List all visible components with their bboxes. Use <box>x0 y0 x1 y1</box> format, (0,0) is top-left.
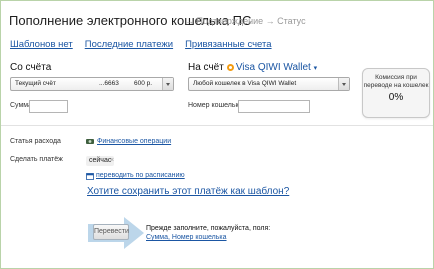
calendar-icon <box>86 173 94 180</box>
save-template-link[interactable]: Хотите сохранить этот платёж как шаблон? <box>87 186 289 197</box>
caret-down-icon[interactable]: ▾ <box>314 65 318 72</box>
category-label: Статья расхода <box>10 138 61 145</box>
divider <box>1 125 433 126</box>
tab-recent-payments[interactable]: Последние платежи <box>85 39 173 50</box>
wallet-number-input[interactable] <box>238 100 310 113</box>
from-heading: Со счёта <box>10 62 52 73</box>
tab-linked-accounts[interactable]: Привязанные счета <box>185 39 271 50</box>
fill-hint: Прежде заполните, пожалуйста, поля: <box>146 225 271 232</box>
wallet-number-label: Номер кошелька <box>188 102 243 109</box>
chevron-down-icon[interactable] <box>338 78 349 90</box>
schedule-link[interactable]: переводить по расписанию <box>96 172 185 179</box>
category-link[interactable]: Финансовые операции <box>97 138 171 145</box>
page-frame: Пополнение электронного кошелька ПС → По… <box>0 0 434 269</box>
source-account-select[interactable]: Текущий счёт ...6663 600 р. <box>10 77 174 91</box>
commission-box: Комиссия при переводе на кошелек 0% <box>362 68 430 118</box>
source-account-balance: 600 р. <box>134 80 153 87</box>
make-payment-label: Сделать платёж <box>10 156 63 163</box>
chevron-down-icon[interactable] <box>162 78 173 90</box>
required-fields-link[interactable]: Сумма, Номер кошелька <box>146 234 227 241</box>
amount-input[interactable] <box>29 100 68 113</box>
commission-text: Комиссия при переводе на кошелек <box>363 74 429 89</box>
commission-value: 0% <box>388 92 404 103</box>
wallet-select-value: Любой кошелек в Visa QIWI Wallet <box>193 80 297 87</box>
breadcrumb: → Подтверждение → Статус <box>185 16 306 26</box>
transfer-button[interactable]: Перевести <box>93 224 129 240</box>
source-account-label: Текущий счёт <box>15 80 56 87</box>
wallet-type-dropdown[interactable]: Visa QIWI Wallet <box>236 62 311 73</box>
money-icon <box>86 139 94 144</box>
tab-no-templates[interactable]: Шаблонов нет <box>10 39 73 50</box>
to-heading: На счёт Visa QIWI Wallet ▾ <box>188 62 317 73</box>
template-tabs: Шаблонов нет Последние платежи Привязанн… <box>10 39 272 50</box>
wallet-select[interactable]: Любой кошелек в Visa QIWI Wallet <box>188 77 350 91</box>
to-heading-prefix: На счёт <box>188 62 224 73</box>
qiwi-logo-icon <box>226 64 234 71</box>
source-account-number: ...6663 <box>99 80 119 87</box>
close-icon[interactable]: × <box>110 157 114 164</box>
